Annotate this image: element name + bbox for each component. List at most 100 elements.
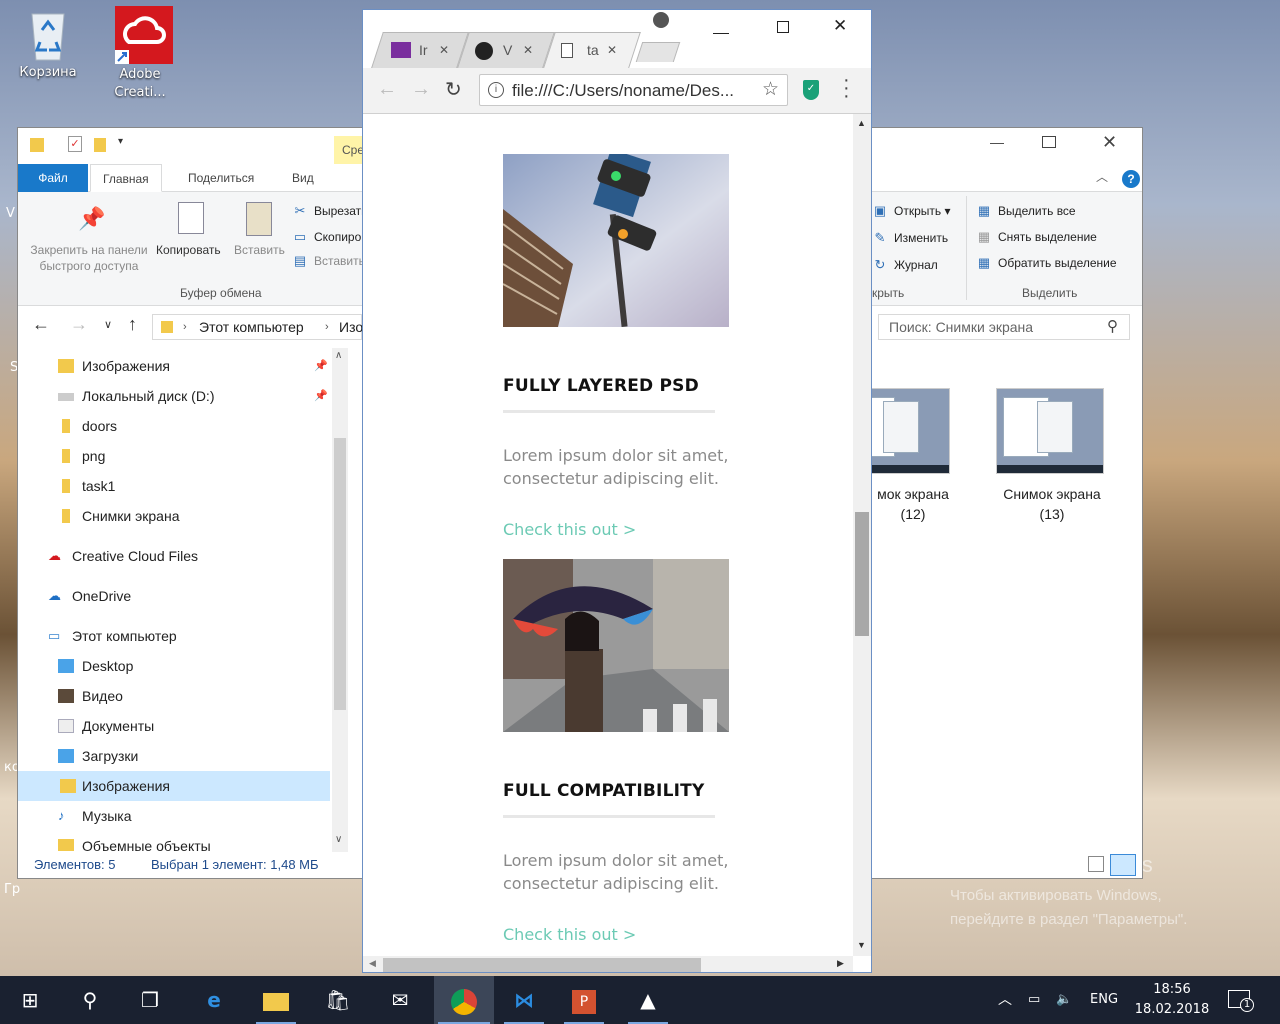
help-icon[interactable]: ? [1122,170,1140,188]
language-indicator[interactable]: ENG [1090,976,1118,1024]
card-link[interactable]: Check this out > [503,925,636,944]
nav-item[interactable]: task1 [58,471,115,501]
cut-button[interactable]: ✂ Вырезать [292,200,368,222]
desktop-icon-adobe[interactable]: Adobe Creati... [108,6,180,102]
photos-button[interactable]: ▲ [624,976,672,1024]
chrome-button[interactable] [434,976,494,1024]
pin-icon[interactable]: 📌 [314,351,328,381]
start-button[interactable]: ⊞ [6,976,54,1024]
scroll-left-icon[interactable]: ◀ [369,958,376,969]
scroll-down-icon[interactable]: ▼ [857,940,866,950]
nav-item[interactable]: ☁ OneDrive [48,581,131,611]
close-tab-icon[interactable]: ✕ [439,32,449,68]
scroll-thumb[interactable] [334,438,346,710]
history-button[interactable]: ↻ Журнал [872,254,938,276]
bookmark-star-icon[interactable]: ☆ [762,78,779,101]
powerpoint-button[interactable]: P [560,976,608,1024]
paste-button[interactable]: Вставить [234,242,285,258]
nav-item[interactable]: Снимки экрана [58,501,179,531]
vscode-button[interactable]: ⋈ [500,976,548,1024]
nav-item-selected[interactable]: Изображения [18,771,330,801]
file-thumbnail[interactable] [996,388,1104,474]
up-button[interactable]: ↑ [128,314,137,335]
copy-button[interactable]: Копировать [156,242,221,258]
contextual-tab[interactable]: Сре [334,136,364,164]
desktop-icon-recycle-bin[interactable]: Корзина [12,6,84,82]
info-icon[interactable]: i [488,82,504,98]
select-none-button[interactable]: ▦ Снять выделение [976,226,1097,248]
chevron-up-icon[interactable]: ︿ [1096,168,1108,185]
paste-shortcut-button[interactable]: ▤ Вставить [292,250,365,272]
scroll-thumb[interactable] [383,958,701,972]
chevron-down-icon[interactable]: ▾ [118,136,123,147]
nav-item[interactable]: Desktop [58,651,133,681]
tab-share[interactable]: Поделиться [176,164,266,192]
scroll-right-icon[interactable]: ▶ [837,958,844,969]
folder-icon[interactable] [30,138,44,152]
new-tab-button[interactable] [635,42,681,62]
pin-icon[interactable]: 📌 [314,381,328,411]
select-all-button[interactable]: ▦ Выделить все [976,200,1076,222]
close-button[interactable]: ✕ [1102,132,1117,153]
menu-icon[interactable]: · · · [843,70,850,106]
file-caption[interactable]: Снимок экрана (13) [982,484,1122,524]
nav-item[interactable]: doors [58,411,117,441]
properties-icon[interactable]: ✓ [68,136,82,152]
page-vertical-scrollbar[interactable]: ▲ ▼ [853,114,871,956]
large-icons-view-icon[interactable] [1110,854,1136,876]
nav-item[interactable]: ☁ Creative Cloud Files [48,541,198,571]
back-button[interactable]: ← [377,78,397,101]
scroll-thumb[interactable] [855,512,869,636]
address-bar[interactable]: › Этот компьютер › Изо [152,314,363,340]
nav-item[interactable]: png [58,441,105,471]
nav-item[interactable]: ▭ Этот компьютер [48,621,177,651]
forward-button[interactable]: → [70,314,88,335]
notification-center-button[interactable]: 1 [1228,976,1254,1024]
forward-button[interactable]: → [411,78,431,101]
open-button[interactable]: ▣ Открыть ▾ [872,200,951,222]
network-icon[interactable]: ▭ [1028,976,1040,1024]
nav-item[interactable]: Документы [58,711,154,741]
invert-selection-button[interactable]: ▦ Обратить выделение [976,252,1117,274]
details-view-icon[interactable] [1088,856,1104,872]
maximize-button[interactable] [777,21,789,33]
edge-button[interactable]: e [190,976,238,1024]
tab-home[interactable]: Главная [90,164,162,192]
maximize-button[interactable] [1042,136,1056,148]
pin-quick-access-button[interactable]: Закрепить на панели быстрого доступа [24,242,154,274]
minimize-button[interactable]: — [982,134,1012,158]
reload-button[interactable]: ↻ [445,77,462,102]
card-link[interactable]: Check this out > [503,520,636,539]
clock[interactable]: 18:56 18.02.2018 [1134,976,1210,1024]
volume-icon[interactable]: 🔈 [1056,976,1072,1024]
scroll-down-icon[interactable]: ∨ [335,834,342,845]
nav-item[interactable]: Загрузки [58,741,138,771]
nav-item[interactable]: ♪ Музыка [58,801,132,831]
scroll-up-icon[interactable]: ▲ [857,118,866,128]
nav-item[interactable]: Видео [58,681,123,711]
profile-icon[interactable] [653,12,669,28]
nav-item[interactable]: Изображения 📌 [58,351,332,381]
nav-item[interactable]: Локальный диск (D:) 📌 [58,381,332,411]
tab-file[interactable]: Файл [18,164,88,192]
new-folder-icon[interactable] [94,138,106,152]
nav-item[interactable]: Объемные объекты [58,831,211,851]
search-input[interactable]: Поиск: Снимки экрана [889,319,1033,335]
minimize-button[interactable] [713,18,729,34]
back-button[interactable]: ← [32,314,50,335]
close-button[interactable]: ✕ [833,16,847,36]
url-text[interactable]: file:///C:/Users/noname/Des... [512,81,734,101]
mail-button[interactable]: ✉ [376,976,424,1024]
close-tab-icon[interactable]: ✕ [607,32,617,68]
recent-chevron-icon[interactable]: ∨ [104,318,112,331]
breadcrumb[interactable]: Изо [339,315,363,339]
close-tab-icon[interactable]: ✕ [523,32,533,68]
tray-chevron-icon[interactable]: ︿ [998,976,1012,1024]
nav-scrollbar[interactable]: ∧ ∨ [332,348,348,852]
page-horizontal-scrollbar[interactable]: ◀ ▶ [363,956,853,972]
extension-shield-icon[interactable]: ✓ [803,80,819,100]
file-explorer-button[interactable] [252,976,300,1024]
task-view-button[interactable]: ❐ [126,976,174,1024]
file-caption[interactable]: мок экрана (12) [858,484,968,524]
tab-view[interactable]: Вид [280,164,326,192]
